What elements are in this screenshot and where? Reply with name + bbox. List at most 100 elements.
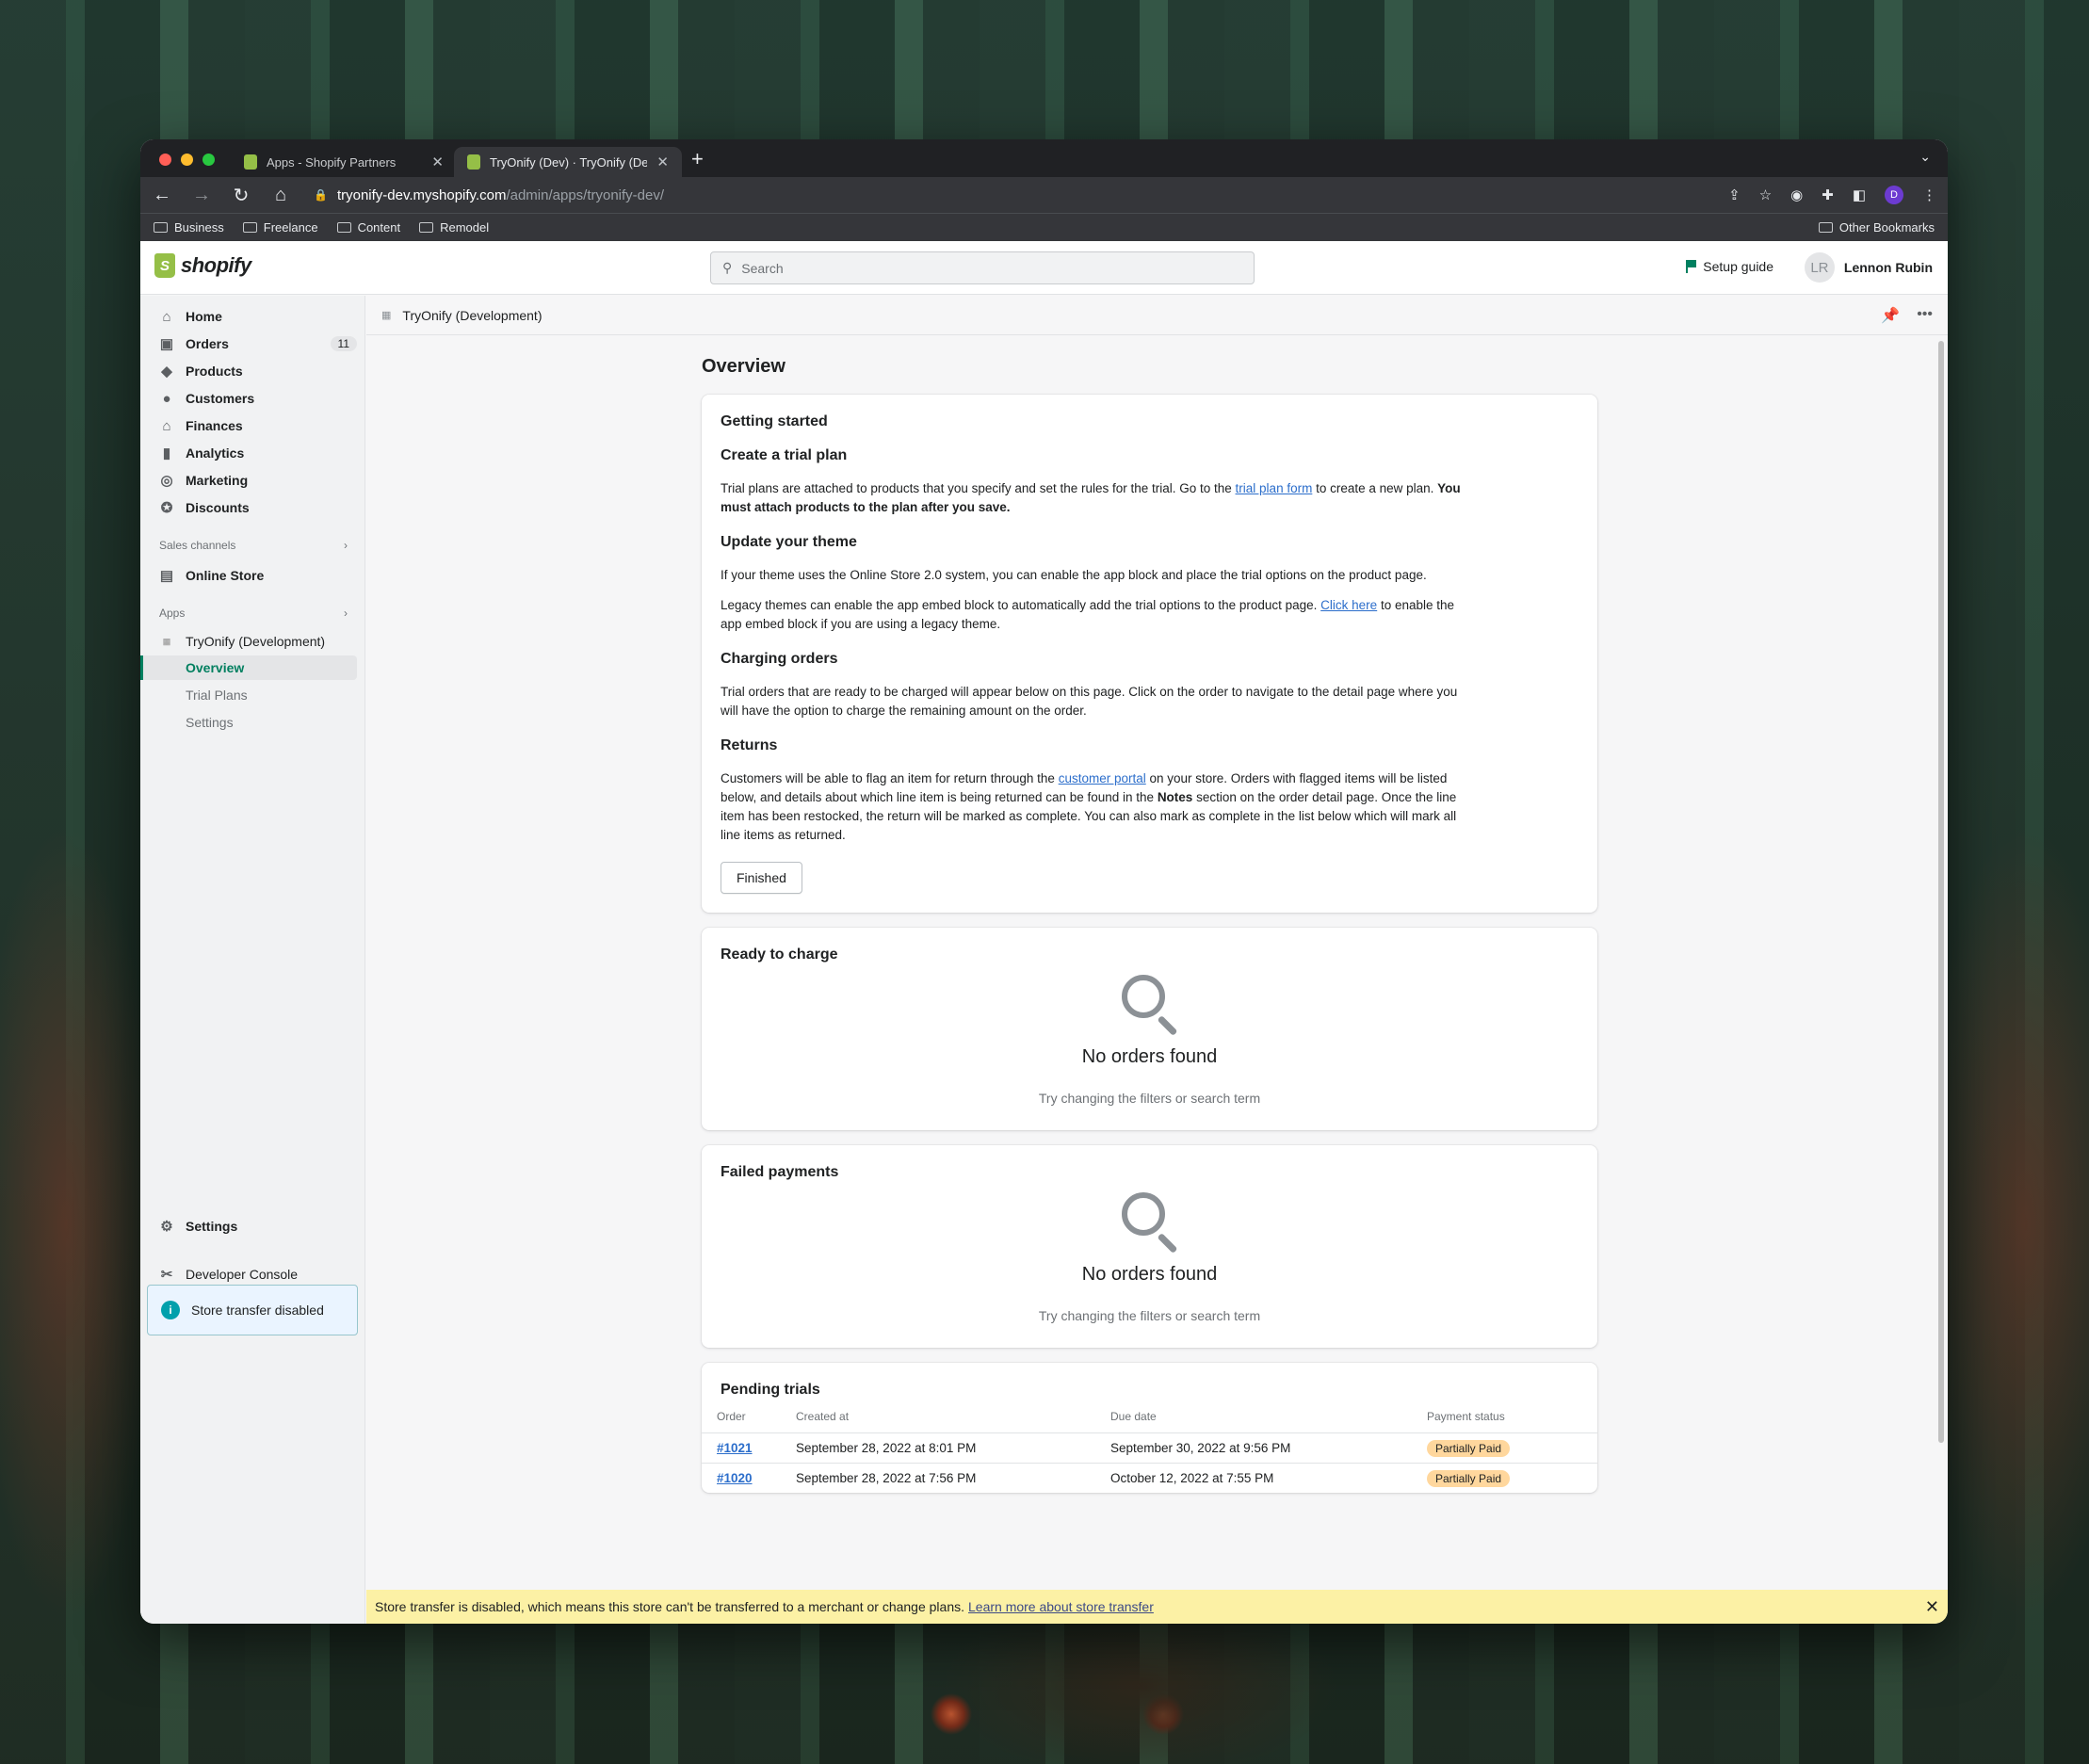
sidebar-item-label: Customers xyxy=(186,391,255,406)
bar-chart-icon: ▮ xyxy=(162,445,171,461)
charging-paragraph: Trial orders that are ready to be charge… xyxy=(721,685,1458,718)
failed-payments-card: Failed payments No orders found Try chan… xyxy=(702,1145,1597,1348)
sidebar-subitem-settings[interactable]: Settings xyxy=(186,715,234,730)
maximize-window-button[interactable] xyxy=(202,154,215,166)
order-link[interactable]: #1021 xyxy=(717,1441,753,1455)
bookmark-label: Freelance xyxy=(263,220,318,235)
sidebar-item-label: Online Store xyxy=(186,568,265,583)
shopify-logo[interactable]: shopify xyxy=(154,253,251,278)
sidebar-item-label: Orders xyxy=(186,336,229,351)
sidebar-item-online-store[interactable]: ▤ Online Store xyxy=(159,564,357,587)
bookmark-label: Business xyxy=(174,220,224,235)
click-here-link[interactable]: Click here xyxy=(1320,598,1377,612)
sidebar-item-marketing[interactable]: ◎ Marketing xyxy=(159,469,357,492)
text: Trial plans are attached to products tha… xyxy=(721,481,1236,495)
card-title: Ready to charge xyxy=(721,947,838,963)
close-window-button[interactable] xyxy=(159,154,171,166)
shopify-favicon-icon xyxy=(244,154,257,170)
legacy-paragraph: Legacy themes can enable the app embed b… xyxy=(721,596,1465,634)
empty-hint: Try changing the filters or search term xyxy=(1038,1091,1261,1106)
sidebar-item-home[interactable]: ⌂ Home xyxy=(159,305,357,328)
target-icon: ◎ xyxy=(160,473,173,489)
scrollbar[interactable] xyxy=(1938,341,1944,1443)
avatar: LR xyxy=(1804,252,1835,283)
reload-icon[interactable]: ↻ xyxy=(231,184,251,207)
folder-icon xyxy=(419,222,434,233)
tab-title: TryOnify (Dev) · TryOnify (Dev xyxy=(490,154,648,170)
back-icon[interactable]: ← xyxy=(152,185,172,206)
pin-icon[interactable]: 📌 xyxy=(1881,306,1900,325)
setup-guide-button[interactable]: Setup guide xyxy=(1686,259,1773,274)
store-transfer-notice[interactable]: i Store transfer disabled xyxy=(147,1285,358,1335)
column-header: Payment status xyxy=(1427,1410,1505,1423)
apps-header[interactable]: Apps › xyxy=(159,607,348,620)
app-icon: ▦ xyxy=(381,310,392,321)
table-row[interactable]: #1020 September 28, 2022 at 7:56 PM Octo… xyxy=(702,1463,1597,1493)
tab-search-chevron-icon[interactable]: ⌄ xyxy=(1919,149,1931,165)
bookmark-business[interactable]: Business xyxy=(154,220,224,235)
search-icon: ⚲ xyxy=(722,260,733,275)
column-header: Order xyxy=(717,1410,746,1423)
sidebar-item-label: Analytics xyxy=(186,445,245,461)
empty-state: No orders found Try changing the filters… xyxy=(721,1190,1579,1329)
extensions-icon[interactable]: ✚ xyxy=(1822,186,1834,203)
trial-plan-form-link[interactable]: trial plan form xyxy=(1236,481,1313,495)
profile-avatar[interactable]: D xyxy=(1885,186,1903,204)
close-icon[interactable]: ✕ xyxy=(1925,1597,1939,1617)
side-panel-icon[interactable]: ◧ xyxy=(1853,186,1866,203)
other-bookmarks[interactable]: Other Bookmarks xyxy=(1818,220,1935,235)
text: Legacy themes can enable the app embed b… xyxy=(721,598,1321,612)
bookmark-content[interactable]: Content xyxy=(336,220,400,235)
bookmark-remodel[interactable]: Remodel xyxy=(419,220,489,235)
inbox-icon: ▣ xyxy=(159,336,174,352)
tag-icon: ◆ xyxy=(161,364,172,380)
card-title: Getting started xyxy=(721,413,828,429)
column-header: Due date xyxy=(1110,1410,1157,1423)
close-tab-icon[interactable]: ✕ xyxy=(656,154,669,170)
section-heading: Charging orders xyxy=(721,651,838,667)
share-icon[interactable]: ⇪ xyxy=(1728,186,1741,203)
sidebar-subitem-overview[interactable]: Overview xyxy=(186,660,244,675)
sidebar-item-tryonify[interactable]: ▦ TryOnify (Development) xyxy=(159,630,357,653)
due-date-cell: October 12, 2022 at 7:55 PM xyxy=(1110,1463,1427,1493)
forward-icon[interactable]: → xyxy=(191,185,212,206)
close-tab-icon[interactable]: ✕ xyxy=(431,154,444,170)
url-host: tryonify-dev.myshopify.com xyxy=(336,186,507,203)
customer-portal-link[interactable]: customer portal xyxy=(1059,771,1146,785)
sidebar-item-products[interactable]: ◆ Products xyxy=(159,360,357,382)
tab-tryonify[interactable]: TryOnify (Dev) · TryOnify (Dev ✕ xyxy=(454,147,682,177)
password-manager-icon[interactable]: ◉ xyxy=(1790,186,1803,203)
sidebar-subitem-trial-plans[interactable]: Trial Plans xyxy=(186,688,248,703)
folder-icon xyxy=(1818,222,1833,233)
more-actions-icon[interactable]: ••• xyxy=(1917,306,1933,325)
setup-guide-label: Setup guide xyxy=(1703,259,1773,274)
bookmark-star-icon[interactable]: ☆ xyxy=(1759,186,1772,203)
sidebar-item-finances[interactable]: ⌂ Finances xyxy=(159,414,357,437)
sales-channels-header[interactable]: Sales channels › xyxy=(159,539,348,552)
browser-menu-icon[interactable]: ⋮ xyxy=(1922,186,1936,203)
user-name: Lennon Rubin xyxy=(1843,260,1933,275)
store-icon: ▤ xyxy=(159,568,174,584)
discount-icon: ✪ xyxy=(160,500,173,516)
sidebar-item-developer-console[interactable]: ✂ Developer Console xyxy=(159,1263,357,1286)
sidebar-item-label: Home xyxy=(186,309,222,324)
table-row[interactable]: #1021 September 28, 2022 at 8:01 PM Sept… xyxy=(702,1432,1597,1464)
new-tab-icon[interactable]: + xyxy=(691,147,704,171)
folder-icon xyxy=(242,222,257,233)
finished-button[interactable]: Finished xyxy=(721,862,802,894)
card-title: Failed payments xyxy=(721,1164,839,1180)
home-browser-icon[interactable]: ⌂ xyxy=(270,185,291,206)
minimize-window-button[interactable] xyxy=(181,154,193,166)
page-title: Overview xyxy=(702,356,785,377)
learn-more-link[interactable]: Learn more about store transfer xyxy=(968,1599,1154,1614)
sidebar-item-discounts[interactable]: ✪ Discounts xyxy=(159,496,357,519)
sidebar-item-orders[interactable]: ▣ Orders 11 xyxy=(159,332,357,355)
sidebar-item-analytics[interactable]: ▮ Analytics xyxy=(159,442,357,464)
user-menu[interactable]: LR Lennon Rubin xyxy=(1804,252,1933,283)
bookmark-freelance[interactable]: Freelance xyxy=(242,220,318,235)
order-link[interactable]: #1020 xyxy=(717,1471,753,1485)
sidebar-item-settings[interactable]: ⚙ Settings xyxy=(159,1215,357,1238)
address-bar[interactable]: 🔒 tryonify-dev.myshopify.com/admin/apps/… xyxy=(310,187,1709,203)
sidebar-item-customers[interactable]: ● Customers xyxy=(159,387,357,410)
search-input[interactable]: ⚲ Search xyxy=(710,251,1255,284)
